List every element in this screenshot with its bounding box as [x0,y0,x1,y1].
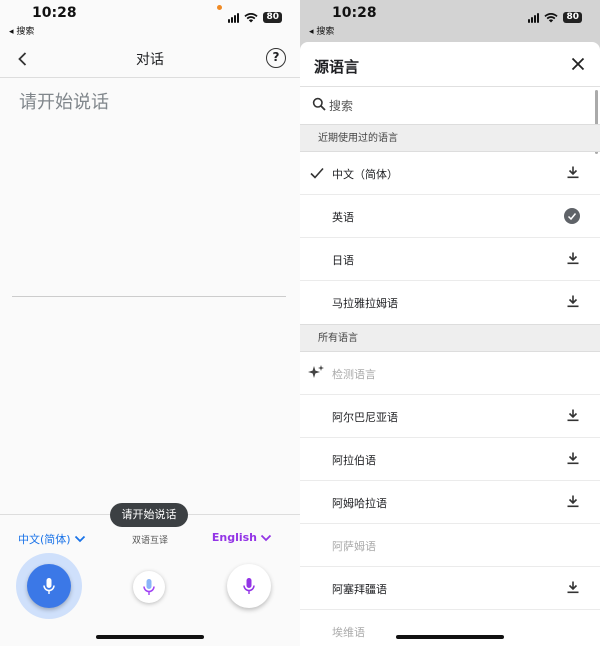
help-icon[interactable]: ? [266,48,286,68]
language-label: 阿塞拜疆语 [332,583,387,596]
language-row[interactable]: 阿姆哈拉语 [300,481,600,524]
language-label: 阿萨姆语 [332,540,376,553]
language-label: 阿尔巴尼亚语 [332,411,398,424]
page-title: 对话 [136,52,164,68]
detect-language-row: 检测语言 [300,352,600,395]
recent-section-header: 近期使用过的语言 [300,124,600,152]
language-label: 英语 [332,211,354,224]
language-row: 埃维语 [300,610,600,646]
detect-language-label: 检测语言 [332,368,376,381]
target-mic-button[interactable] [227,564,271,608]
panel-divider [12,296,286,297]
language-row[interactable]: 阿拉伯语 [300,438,600,481]
chevron-down-icon [260,534,272,541]
wifi-icon [244,12,259,22]
language-label: 埃维语 [332,626,365,639]
all-languages-section-header: 所有语言 [300,324,600,352]
status-bar: 10:28 ◂ 搜索 80 [300,0,600,40]
language-search-field[interactable]: 搜索 [300,86,600,124]
target-language-label: English [211,531,257,544]
signal-icon [228,12,240,23]
source-mic-button[interactable] [27,564,71,608]
downloaded-check-icon [564,208,580,224]
search-icon [312,97,326,111]
language-label: 中文（简体） [332,168,398,181]
language-row[interactable]: 中文（简体） [300,152,600,195]
language-label: 日语 [332,254,354,267]
source-language-sheet: 源语言 搜索 近期使用过的语言 中文（简体） 英语 日语 马拉雅拉姆语 所有语言 [300,42,600,646]
sparkle-icon [308,365,324,378]
language-label: 马拉雅拉姆语 [332,297,398,310]
status-bar: 10:28 ◂ 搜索 80 [0,0,300,40]
wifi-icon [544,12,559,22]
language-row[interactable]: 阿塞拜疆语 [300,567,600,610]
battery-indicator: 80 [563,12,582,23]
language-row[interactable]: 马拉雅拉姆语 [300,281,600,324]
download-icon[interactable] [566,294,580,308]
language-row[interactable]: 日语 [300,238,600,281]
download-icon[interactable] [566,451,580,465]
app-header: 对话 ? [0,40,300,78]
conversation-screen: 10:28 ◂ 搜索 80 对话 ? 请开始说话 请开始说话 中文(简体) 双语… [0,0,300,646]
sheet-title: 源语言 [314,58,360,76]
dual-mic-button[interactable] [133,571,165,603]
back-to-app-link[interactable]: ◂ 搜索 [9,24,34,37]
status-time: 10:28 [32,5,77,21]
close-icon[interactable] [569,55,587,73]
target-language-selector[interactable]: English [212,531,272,544]
speak-tooltip: 请开始说话 [110,503,188,527]
home-indicator[interactable] [96,635,204,639]
download-icon[interactable] [566,408,580,422]
language-row[interactable]: 阿尔巴尼亚语 [300,395,600,438]
signal-icon [528,12,540,23]
speech-prompt: 请开始说话 [19,92,109,113]
home-indicator[interactable] [396,635,504,639]
mic-icon [43,578,55,594]
download-icon[interactable] [566,165,580,179]
back-to-app-link[interactable]: ◂ 搜索 [309,24,334,37]
status-time: 10:28 [332,5,377,21]
language-row[interactable]: 英语 [300,195,600,238]
battery-indicator: 80 [263,12,282,23]
search-placeholder: 搜索 [329,99,354,113]
language-picker-screen: 10:28 ◂ 搜索 80 源语言 搜索 近期使用过的语言 中文（简体） 英语 … [300,0,600,646]
download-icon[interactable] [566,494,580,508]
download-icon[interactable] [566,580,580,594]
mic-icon [243,578,255,594]
language-label: 阿姆哈拉语 [332,497,387,510]
auto-mic-icon [143,579,155,595]
language-label: 阿拉伯语 [332,454,376,467]
check-icon [310,167,324,179]
mic-in-use-indicator [217,5,222,10]
download-icon[interactable] [566,251,580,265]
language-row: 阿萨姆语 [300,524,600,567]
